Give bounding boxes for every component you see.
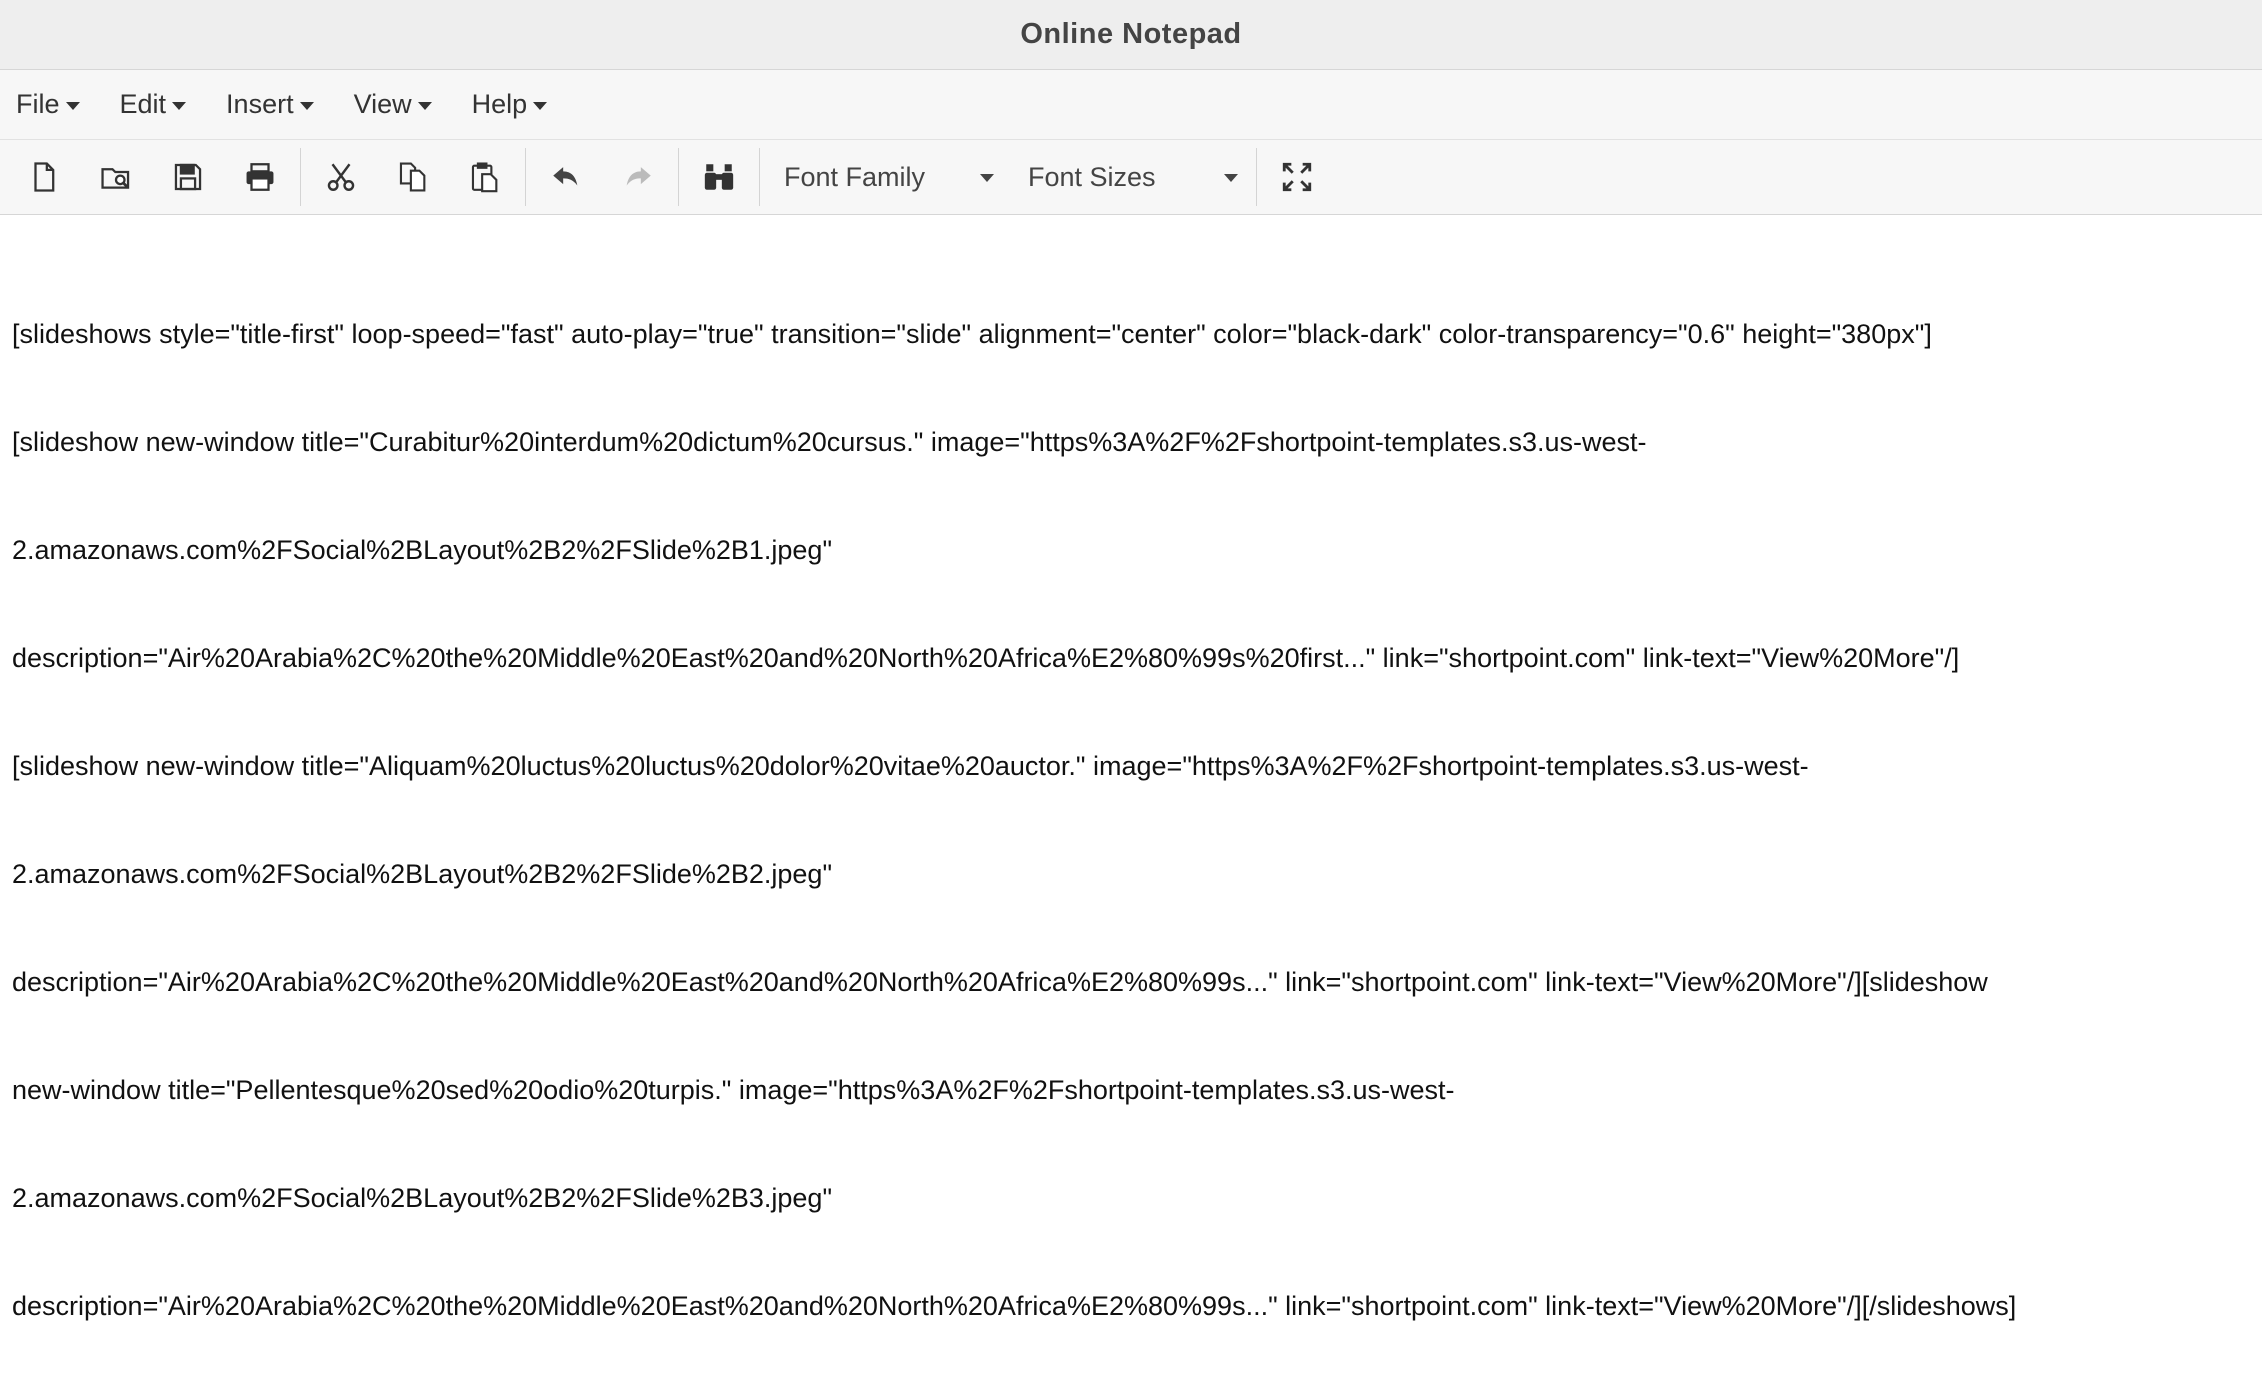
font-family-label: Font Family	[784, 161, 926, 192]
undo-icon	[553, 167, 578, 186]
new-file-icon	[34, 162, 55, 192]
editor-line: description="Air%20Arabia%2C%20the%20Mid…	[12, 967, 1988, 997]
chevron-down-icon	[299, 101, 314, 110]
copy-button[interactable]	[377, 141, 449, 213]
menu-file[interactable]: File	[16, 89, 80, 120]
menu-help-label: Help	[471, 89, 528, 119]
open-file-button[interactable]	[80, 141, 152, 213]
toolbar-divider	[759, 148, 760, 206]
menu-help[interactable]: Help	[472, 89, 548, 120]
editor-line: [slideshow new-window title="Aliquam%20l…	[12, 751, 1809, 781]
editor-line: [slideshow new-window title="Curabitur%2…	[12, 427, 1647, 457]
new-file-button[interactable]	[8, 141, 80, 213]
print-button[interactable]	[224, 141, 296, 213]
save-icon	[174, 163, 202, 191]
cut-button[interactable]	[305, 141, 377, 213]
redo-button[interactable]	[602, 141, 674, 213]
text-editor[interactable]: [slideshows style="title-first" loop-spe…	[0, 228, 2262, 1321]
toolbar-divider	[525, 148, 526, 206]
paste-icon	[471, 162, 498, 193]
open-file-icon	[101, 168, 130, 189]
undo-button[interactable]	[530, 141, 602, 213]
editor-line: description="Air%20Arabia%2C%20the%20Mid…	[12, 643, 1960, 673]
menu-insert-label: Insert	[226, 89, 294, 119]
editor-line: description="Air%20Arabia%2C%20the%20Mid…	[12, 1291, 2017, 1321]
menu-view[interactable]: View	[354, 89, 432, 120]
toolbar-divider	[678, 148, 679, 206]
copy-icon	[399, 162, 426, 192]
menu-edit[interactable]: Edit	[120, 89, 187, 120]
editor-line: 2.amazonaws.com%2FSocial%2BLayout%2B2%2F…	[12, 1183, 833, 1213]
fullscreen-icon	[1282, 162, 1312, 192]
font-family-select[interactable]: Font Family	[764, 141, 1008, 213]
editor-line: [slideshows style="title-first" loop-spe…	[12, 319, 1932, 349]
toolbar-divider	[1256, 148, 1257, 206]
cut-icon	[327, 163, 355, 191]
paste-button[interactable]	[449, 141, 521, 213]
menu-bar: File Edit Insert View Help	[0, 70, 2262, 140]
fullscreen-button[interactable]	[1261, 141, 1333, 213]
toolbar-divider	[300, 148, 301, 206]
editor-line: 2.amazonaws.com%2FSocial%2BLayout%2B2%2F…	[12, 535, 833, 565]
chevron-down-icon	[533, 101, 548, 110]
chevron-down-icon	[417, 101, 432, 110]
menu-insert[interactable]: Insert	[226, 89, 314, 120]
find-button[interactable]	[683, 141, 755, 213]
editor-line: new-window title="Pellentesque%20sed%20o…	[12, 1075, 1455, 1105]
title-bar: Online Notepad	[0, 0, 2262, 70]
editor-line: 2.amazonaws.com%2FSocial%2BLayout%2B2%2F…	[12, 859, 833, 889]
save-button[interactable]	[152, 141, 224, 213]
toolbar: Font Family Font Sizes	[0, 140, 2262, 215]
chevron-down-icon	[1224, 174, 1238, 182]
chevron-down-icon	[65, 101, 80, 110]
menu-edit-label: Edit	[119, 89, 167, 119]
menu-file-label: File	[16, 89, 60, 119]
font-sizes-select[interactable]: Font Sizes	[1008, 141, 1252, 213]
redo-icon	[626, 167, 651, 186]
chevron-down-icon	[980, 174, 994, 182]
font-sizes-label: Font Sizes	[1028, 161, 1156, 192]
find-icon	[704, 164, 734, 190]
app-title: Online Notepad	[1020, 18, 1242, 50]
print-icon	[246, 163, 274, 191]
chevron-down-icon	[172, 101, 187, 110]
menu-view-label: View	[353, 89, 412, 119]
